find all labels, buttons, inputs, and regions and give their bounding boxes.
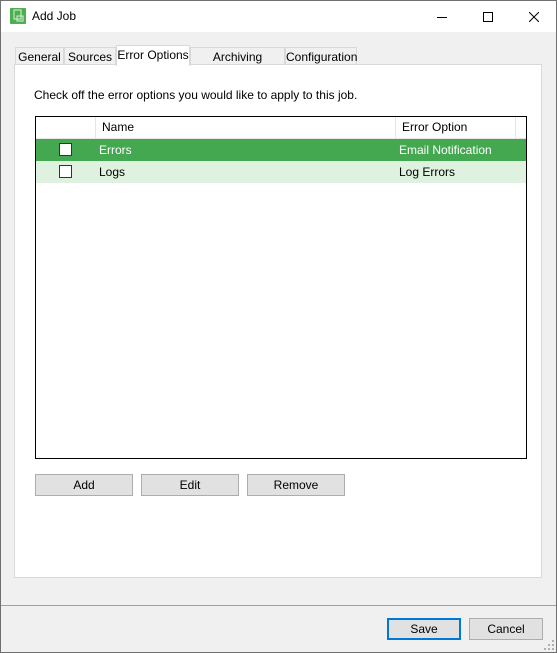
tab-archiving-options[interactable]: Archiving Options [190,47,285,82]
list-header: Name Error Option [36,117,526,139]
minimize-icon [437,16,447,18]
footer-divider [1,605,556,606]
instructions-text: Check off the error options you would li… [34,88,358,102]
row-error-option: Log Errors [399,165,456,179]
tab-sources[interactable]: Sources [64,47,116,65]
column-header-check[interactable] [36,117,96,138]
resize-grip-icon[interactable] [544,640,554,650]
row-name: Logs [99,165,126,179]
tab-configuration[interactable]: Configuration [285,47,357,65]
minimize-button[interactable] [419,1,465,32]
row-name: Errors [99,143,132,157]
add-job-dialog: Add Job General Sources Error Options Ar… [0,0,557,653]
column-header-name[interactable]: Name [96,117,396,138]
tab-error-options[interactable]: Error Options [116,45,190,66]
close-icon [529,11,539,22]
edit-button[interactable]: Edit [141,474,239,496]
cancel-button[interactable]: Cancel [469,618,543,640]
close-button[interactable] [511,1,557,32]
save-button[interactable]: Save [387,618,461,640]
remove-button[interactable]: Remove [247,474,345,496]
maximize-icon [483,11,493,22]
row-checkbox[interactable] [59,165,72,178]
error-options-list[interactable]: Name Error Option Errors Email Notificat… [35,116,527,459]
window-title: Add Job [32,9,77,23]
app-document-icon [10,8,26,24]
tab-general[interactable]: General [15,47,64,65]
row-error-option: Email Notification [399,143,492,157]
add-button[interactable]: Add [35,474,133,496]
list-row-errors[interactable]: Errors Email Notification [36,139,526,161]
list-row-logs[interactable]: Logs Log Errors [36,161,526,183]
title-bar[interactable]: Add Job [1,1,556,32]
column-header-error-option[interactable]: Error Option [396,117,516,138]
row-checkbox[interactable] [59,143,72,156]
maximize-button[interactable] [465,1,511,32]
